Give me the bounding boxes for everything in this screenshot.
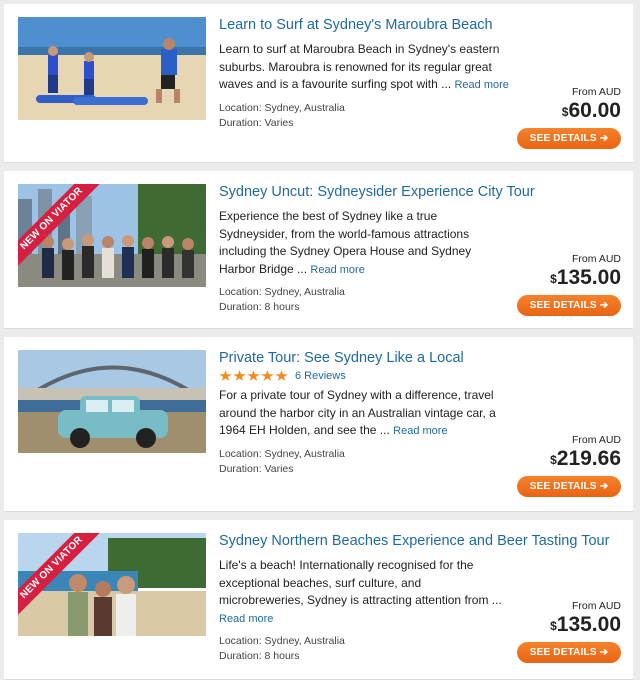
price: $60.00	[517, 99, 621, 123]
tour-list: Learn to Surf at Sydney's Maroubra Beach…	[0, 0, 640, 680]
price-value: 135.00	[556, 266, 621, 289]
from-label: From AUD	[571, 253, 621, 265]
tour-info: Learn to Surf at Sydney's Maroubra Beach…	[219, 16, 509, 131]
tour-description: Life's a beach! Internationally recognis…	[219, 557, 509, 628]
tour-image-beach[interactable]: NEW ON VIATOR	[18, 533, 206, 636]
tour-description-text: Life's a beach! Internationally recognis…	[219, 558, 502, 607]
tour-duration: Duration: Varies	[219, 462, 294, 475]
tour-image-city[interactable]: NEW ON VIATOR	[18, 184, 206, 287]
tour-meta: Location: Sydney, Australia Duration: 8 …	[219, 285, 509, 315]
tour-location: Location: Sydney, Australia	[219, 286, 345, 298]
see-details-button[interactable]: SEE DETAILS ➔	[517, 476, 621, 497]
tour-info: Sydney Northern Beaches Experience and B…	[219, 532, 609, 664]
tour-title-link[interactable]: Sydney Northern Beaches Experience and B…	[219, 532, 609, 550]
star-icon	[275, 370, 288, 381]
tour-info: Private Tour: See Sydney Like a Local 6 …	[219, 349, 509, 477]
tour-card: NEW ON VIATOR Sydney Uncut: Sydneysider …	[4, 171, 633, 329]
tour-meta: Location: Sydney, Australia Duration: Va…	[219, 101, 509, 131]
reviews-link[interactable]: 6 Reviews	[295, 370, 346, 382]
price-box: From AUD $219.66 SEE DETAILS ➔	[517, 434, 621, 497]
tour-description-text: For a private tour of Sydney with a diff…	[219, 388, 496, 437]
price: $135.00	[517, 613, 621, 637]
currency-symbol: $	[550, 619, 557, 633]
price-box: From AUD $135.00 SEE DETAILS ➔	[517, 253, 621, 316]
tour-image-car[interactable]	[18, 350, 206, 453]
price-value: 60.00	[568, 99, 621, 122]
tour-duration: Duration: Varies	[219, 116, 294, 129]
tour-info: Sydney Uncut: Sydneysider Experience Cit…	[219, 183, 535, 315]
price-box: From AUD $60.00 SEE DETAILS ➔	[517, 86, 621, 149]
price-value: 219.66	[556, 447, 621, 470]
star-icon	[233, 370, 246, 381]
read-more-link[interactable]: Read more	[393, 425, 447, 437]
tour-title-link[interactable]: Learn to Surf at Sydney's Maroubra Beach	[219, 16, 509, 34]
star-icon	[219, 370, 232, 381]
price-value: 135.00	[556, 613, 621, 636]
see-details-button[interactable]: SEE DETAILS ➔	[517, 642, 621, 663]
price: $219.66	[517, 447, 621, 471]
tour-title-link[interactable]: Sydney Uncut: Sydneysider Experience Cit…	[219, 183, 535, 201]
read-more-link[interactable]: Read more	[454, 79, 508, 91]
tour-title-link[interactable]: Private Tour: See Sydney Like a Local	[219, 349, 509, 367]
tour-location: Location: Sydney, Australia	[219, 447, 345, 460]
currency-symbol: $	[550, 272, 557, 286]
read-more-link[interactable]: Read more	[310, 264, 364, 276]
currency-symbol: $	[561, 105, 569, 119]
star-icon	[261, 370, 274, 381]
from-label: From AUD	[571, 600, 621, 612]
tour-duration: Duration: 8 hours	[219, 301, 300, 313]
tour-meta: Location: Sydney, Australia Duration: 8 …	[219, 634, 509, 664]
from-label: From AUD	[571, 434, 621, 446]
tour-description: Experience the best of Sydney like a tru…	[219, 208, 509, 279]
tour-description: For a private tour of Sydney with a diff…	[219, 387, 509, 441]
currency-symbol: $	[550, 453, 557, 467]
from-label: From AUD	[571, 86, 621, 98]
tour-duration: Duration: 8 hours	[219, 650, 300, 662]
tour-card: Learn to Surf at Sydney's Maroubra Beach…	[4, 4, 633, 163]
tour-card: NEW ON VIATOR Sydney Northern Beaches Ex…	[4, 520, 633, 680]
tour-image-surf[interactable]	[18, 17, 206, 120]
price: $135.00	[517, 266, 621, 290]
read-more-link[interactable]: Read more	[219, 613, 273, 625]
tour-meta: Location: Sydney, Australia Duration: Va…	[219, 447, 509, 477]
tour-description: Learn to surf at Maroubra Beach in Sydne…	[219, 41, 509, 95]
see-details-button[interactable]: SEE DETAILS ➔	[517, 295, 621, 316]
star-icon	[247, 370, 260, 381]
see-details-button[interactable]: SEE DETAILS ➔	[517, 128, 621, 149]
price-box: From AUD $135.00 SEE DETAILS ➔	[517, 600, 621, 663]
tour-location: Location: Sydney, Australia	[219, 635, 345, 647]
tour-location: Location: Sydney, Australia	[219, 101, 345, 114]
rating: 6 Reviews	[219, 370, 509, 382]
tour-card: Private Tour: See Sydney Like a Local 6 …	[4, 337, 633, 512]
